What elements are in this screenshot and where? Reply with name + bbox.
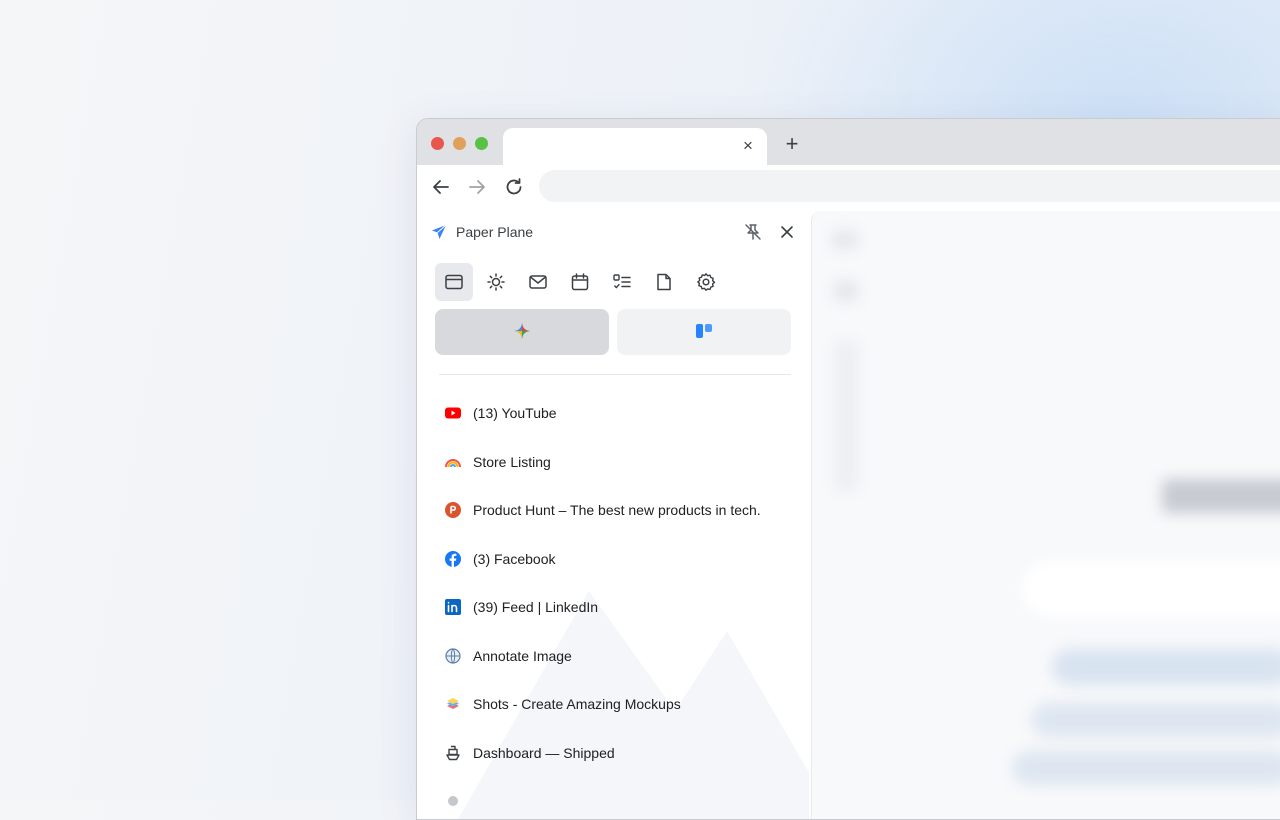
tab-title: Dashboard — Shipped	[473, 745, 615, 761]
unpin-icon	[745, 224, 761, 240]
close-panel-button[interactable]	[777, 222, 797, 242]
youtube-icon	[445, 407, 461, 419]
tab-list-item[interactable]: Annotate Image	[437, 636, 789, 676]
blurred-shape	[1012, 751, 1280, 785]
partial-icon	[448, 796, 458, 806]
close-icon	[781, 226, 793, 238]
tab-title: Product Hunt – The best new products in …	[473, 502, 761, 518]
paper-plane-icon	[432, 224, 447, 239]
trello-segment-button[interactable]	[617, 309, 791, 355]
blurred-shape	[832, 231, 858, 249]
tab-list-item[interactable]: Dashboard — Shipped	[437, 733, 789, 773]
back-button[interactable]	[429, 175, 453, 199]
side-panel: Paper Plane (13) YouTube Store Listing P…	[417, 211, 809, 819]
unpin-button[interactable]	[743, 222, 763, 242]
ship-icon	[446, 745, 460, 761]
maximize-window-button[interactable]	[475, 137, 488, 150]
ai-segment-button[interactable]	[435, 309, 609, 355]
settings-tool-button[interactable]	[687, 263, 725, 301]
forward-arrow-icon	[469, 180, 485, 194]
tab-list-item[interactable]: Shots - Create Amazing Mockups	[437, 684, 789, 724]
back-arrow-icon	[433, 180, 449, 194]
ai-sparkle-icon	[514, 323, 530, 339]
shots-icon	[447, 698, 459, 709]
browser-window: × + Paper Plane (13) YouTube Store Listi…	[416, 118, 1280, 820]
weather-tool-button[interactable]	[477, 263, 515, 301]
blurred-shape	[1052, 649, 1280, 685]
rainbow-icon	[445, 459, 461, 468]
tabs-icon	[445, 274, 463, 290]
facebook-icon	[445, 551, 461, 567]
globe-icon	[445, 648, 461, 664]
blurred-shape	[834, 281, 858, 301]
minimize-window-button[interactable]	[453, 137, 466, 150]
settings-icon	[697, 273, 716, 291]
divider	[439, 374, 791, 375]
tab-title: (39) Feed | LinkedIn	[473, 599, 599, 615]
new-tab-button[interactable]: +	[781, 133, 803, 155]
trello-icon	[696, 324, 712, 338]
sun-icon	[487, 273, 505, 291]
blurred-shape	[1032, 703, 1280, 737]
side-panel-title: Paper Plane	[456, 224, 534, 240]
address-bar[interactable]	[539, 170, 1280, 202]
mail-tool-button[interactable]	[519, 263, 557, 301]
tab-list-item[interactable]: (13) YouTube	[437, 393, 789, 433]
linkedin-icon	[445, 599, 461, 615]
notes-tool-button[interactable]	[645, 263, 683, 301]
tab-close-icon[interactable]: ×	[739, 137, 757, 155]
tab-strip: × +	[417, 119, 1280, 165]
tab-title: Shots - Create Amazing Mockups	[473, 696, 681, 712]
tab-list-item[interactable]: Store Listing	[437, 442, 789, 482]
tab-title: (13) YouTube	[473, 405, 557, 421]
tab-title: (3) Facebook	[473, 551, 556, 567]
product-hunt-icon	[445, 502, 461, 518]
calendar-icon	[571, 273, 589, 291]
tab-list-item[interactable]: (39) Feed | LinkedIn	[437, 587, 789, 627]
tab-list-item[interactable]: Product Hunt – The best new products in …	[437, 490, 789, 530]
tab-title: Store Listing	[473, 454, 551, 470]
forward-button[interactable]	[465, 175, 489, 199]
browser-tab[interactable]: ×	[503, 128, 767, 165]
page-content-blurred	[811, 211, 1280, 819]
reload-button[interactable]	[502, 175, 526, 199]
tasks-tool-button[interactable]	[603, 263, 641, 301]
side-panel-header: Paper Plane	[417, 211, 809, 255]
tasks-icon	[613, 274, 631, 289]
reload-icon	[506, 178, 522, 195]
blurred-shape	[1162, 479, 1280, 513]
close-window-button[interactable]	[431, 137, 444, 150]
blurred-shape	[1022, 561, 1280, 617]
mail-icon	[529, 275, 547, 289]
tabs-tool-button[interactable]	[435, 263, 473, 301]
tab-list-item-partial[interactable]	[437, 781, 789, 819]
tab-title: Annotate Image	[473, 648, 572, 664]
calendar-tool-button[interactable]	[561, 263, 599, 301]
blurred-shape	[834, 341, 858, 491]
note-icon	[657, 273, 671, 291]
tab-list-item[interactable]: (3) Facebook	[437, 539, 789, 579]
